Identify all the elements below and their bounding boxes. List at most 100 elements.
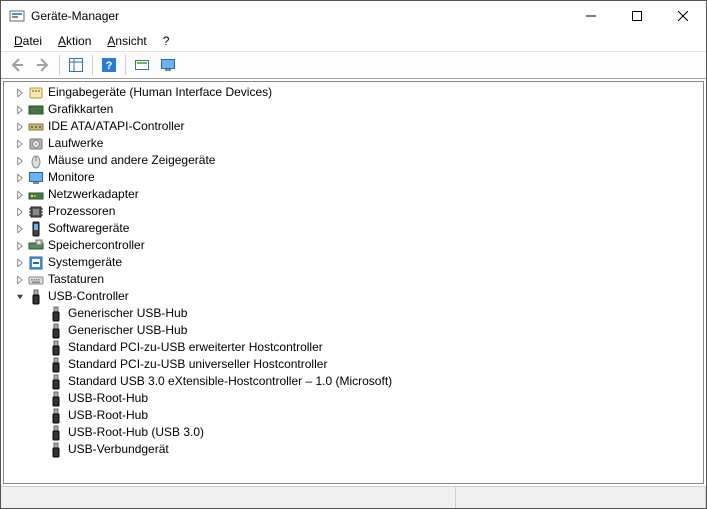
tree-node[interactable]: Tastaturen bbox=[4, 271, 703, 288]
tree-node-label: USB-Root-Hub bbox=[68, 390, 148, 407]
tree-node-label: USB-Root-Hub bbox=[68, 407, 148, 424]
tree-node[interactable]: Mäuse und andere Zeigegeräte bbox=[4, 152, 703, 169]
expander-empty bbox=[32, 391, 48, 407]
tree-node-label: Generischer USB-Hub bbox=[68, 322, 187, 339]
system-icon bbox=[28, 255, 44, 271]
tree-node[interactable]: IDE ATA/ATAPI-Controller bbox=[4, 118, 703, 135]
tree-node-label: Speichercontroller bbox=[48, 237, 145, 254]
tree-node-label: Eingabegeräte (Human Interface Devices) bbox=[48, 84, 272, 101]
menu-file[interactable]: Datei bbox=[7, 32, 49, 50]
tree-node-label: Generischer USB-Hub bbox=[68, 305, 187, 322]
tree-node[interactable]: Monitore bbox=[4, 169, 703, 186]
expander-empty bbox=[32, 425, 48, 441]
forward-button[interactable] bbox=[31, 54, 55, 76]
expand-icon[interactable] bbox=[12, 187, 28, 203]
usb-icon bbox=[48, 391, 64, 407]
expander-empty bbox=[32, 408, 48, 424]
tree-node[interactable]: Standard USB 3.0 eXtensible-Hostcontroll… bbox=[4, 373, 703, 390]
tree-node[interactable]: USB-Root-Hub (USB 3.0) bbox=[4, 424, 703, 441]
scan-hardware-button[interactable] bbox=[130, 54, 154, 76]
expand-icon[interactable] bbox=[12, 153, 28, 169]
toolbar-separator bbox=[92, 55, 93, 75]
minimize-button[interactable] bbox=[568, 1, 614, 31]
menu-action[interactable]: Aktion bbox=[51, 32, 98, 50]
usb-icon bbox=[48, 306, 64, 322]
collapse-icon[interactable] bbox=[12, 289, 28, 305]
tree-node[interactable]: Softwaregeräte bbox=[4, 220, 703, 237]
tree-node-label: Tastaturen bbox=[48, 271, 104, 288]
tree-node-label: USB-Root-Hub (USB 3.0) bbox=[68, 424, 204, 441]
toolbar: ? bbox=[1, 51, 706, 79]
tree-node-label: USB-Verbundgerät bbox=[68, 441, 169, 458]
tree-node[interactable]: Speichercontroller bbox=[4, 237, 703, 254]
disk-icon bbox=[28, 136, 44, 152]
expand-icon[interactable] bbox=[12, 204, 28, 220]
tree-node-label: Laufwerke bbox=[48, 135, 103, 152]
expander-empty bbox=[32, 323, 48, 339]
tree-node[interactable]: Standard PCI-zu-USB erweiterter Hostcont… bbox=[4, 339, 703, 356]
tree-node-label: Standard USB 3.0 eXtensible-Hostcontroll… bbox=[68, 373, 392, 390]
tree-node[interactable]: USB-Controller bbox=[4, 288, 703, 305]
usb-icon bbox=[48, 408, 64, 424]
expand-icon[interactable] bbox=[12, 170, 28, 186]
expand-icon[interactable] bbox=[12, 238, 28, 254]
tree-node-label: Standard PCI-zu-USB universeller Hostcon… bbox=[68, 356, 327, 373]
tree-node-label: Prozessoren bbox=[48, 203, 115, 220]
tree-node[interactable]: Laufwerke bbox=[4, 135, 703, 152]
monitor-icon bbox=[28, 170, 44, 186]
tree-node[interactable]: Prozessoren bbox=[4, 203, 703, 220]
hid-icon bbox=[28, 85, 44, 101]
tree-node[interactable]: Generischer USB-Hub bbox=[4, 305, 703, 322]
tree-node[interactable]: Standard PCI-zu-USB universeller Hostcon… bbox=[4, 356, 703, 373]
tree-node[interactable]: Generischer USB-Hub bbox=[4, 322, 703, 339]
tree-node[interactable]: Eingabegeräte (Human Interface Devices) bbox=[4, 84, 703, 101]
expand-icon[interactable] bbox=[12, 85, 28, 101]
toolbar-separator bbox=[59, 55, 60, 75]
expand-icon[interactable] bbox=[12, 102, 28, 118]
expand-icon[interactable] bbox=[12, 136, 28, 152]
menu-view[interactable]: Ansicht bbox=[100, 32, 153, 50]
cpu-icon bbox=[28, 204, 44, 220]
help-button[interactable]: ? bbox=[97, 54, 121, 76]
device-tree[interactable]: Eingabegeräte (Human Interface Devices)G… bbox=[4, 82, 703, 483]
tree-node[interactable]: Netzwerkadapter bbox=[4, 186, 703, 203]
menu-help[interactable]: ? bbox=[156, 32, 177, 50]
monitor-icon-button[interactable] bbox=[156, 54, 180, 76]
usb-icon bbox=[48, 340, 64, 356]
tree-node[interactable]: Grafikkarten bbox=[4, 101, 703, 118]
usb-icon bbox=[48, 425, 64, 441]
maximize-button[interactable] bbox=[614, 1, 660, 31]
tree-node[interactable]: Systemgeräte bbox=[4, 254, 703, 271]
expander-empty bbox=[32, 442, 48, 458]
expander-empty bbox=[32, 357, 48, 373]
mouse-icon bbox=[28, 153, 44, 169]
window-title: Geräte-Manager bbox=[31, 9, 568, 23]
statusbar bbox=[1, 486, 706, 508]
tree-node-label: Monitore bbox=[48, 169, 95, 186]
network-icon bbox=[28, 187, 44, 203]
expand-icon[interactable] bbox=[12, 119, 28, 135]
app-icon bbox=[9, 8, 25, 24]
tree-node-label: Softwaregeräte bbox=[48, 220, 129, 237]
back-button[interactable] bbox=[5, 54, 29, 76]
tree-node-label: Systemgeräte bbox=[48, 254, 122, 271]
expander-empty bbox=[32, 306, 48, 322]
tree-node-label: Standard PCI-zu-USB erweiterter Hostcont… bbox=[68, 339, 323, 356]
usb-icon bbox=[48, 442, 64, 458]
expand-icon[interactable] bbox=[12, 255, 28, 271]
tree-node[interactable]: USB-Root-Hub bbox=[4, 407, 703, 424]
keyboard-icon bbox=[28, 272, 44, 288]
tree-node-label: IDE ATA/ATAPI-Controller bbox=[48, 118, 184, 135]
tree-node[interactable]: USB-Root-Hub bbox=[4, 390, 703, 407]
tree-node[interactable]: USB-Verbundgerät bbox=[4, 441, 703, 458]
show-hide-tree-button[interactable] bbox=[64, 54, 88, 76]
titlebar[interactable]: Geräte-Manager bbox=[1, 1, 706, 31]
tree-node-label: Grafikkarten bbox=[48, 101, 113, 118]
expand-icon[interactable] bbox=[12, 221, 28, 237]
usb-icon bbox=[48, 374, 64, 390]
expand-icon[interactable] bbox=[12, 272, 28, 288]
close-button[interactable] bbox=[660, 1, 706, 31]
display-adapter-icon bbox=[28, 102, 44, 118]
window: Geräte-Manager Datei Aktion Ansicht ? ? … bbox=[0, 0, 707, 509]
usb-icon bbox=[28, 289, 44, 305]
